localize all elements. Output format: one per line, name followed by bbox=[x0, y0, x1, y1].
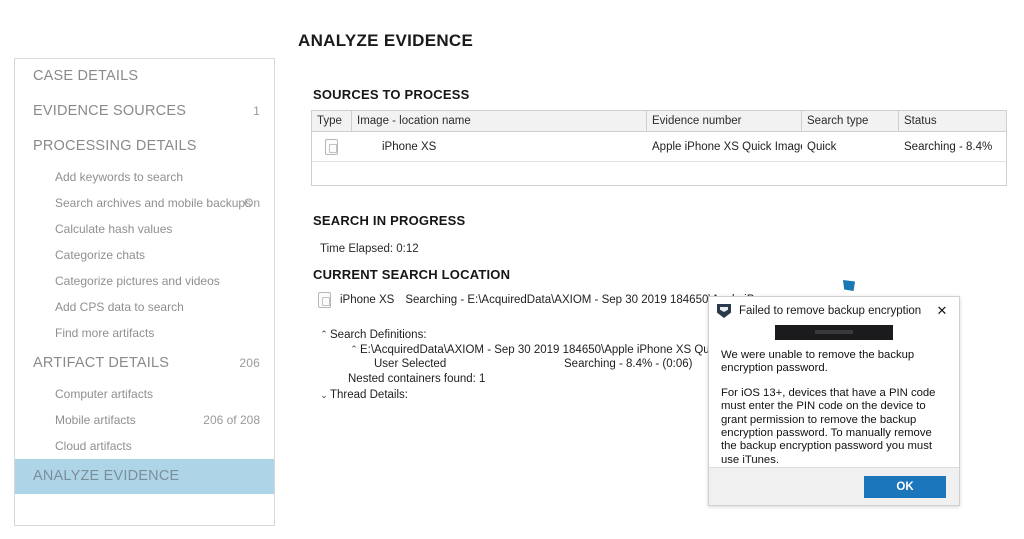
sidebar-item-search-archives-and-mobile-backups[interactable]: Search archives and mobile backups On bbox=[15, 190, 274, 216]
column-header-status[interactable]: Status bbox=[899, 111, 1006, 131]
page-title: ANALYZE EVIDENCE bbox=[298, 31, 474, 50]
sidebar-item-calculate-hash-values[interactable]: Calculate hash values bbox=[15, 216, 274, 242]
sources-to-process-table: Type Image - location name Evidence numb… bbox=[311, 110, 1007, 186]
axiom-shield-icon bbox=[717, 304, 731, 318]
sidebar-item-label: ARTIFACT DETAILS bbox=[33, 355, 170, 371]
tree-node-thread-details-label: Thread Details: bbox=[330, 389, 408, 401]
dialog-body: We were unable to remove the backup encr… bbox=[709, 325, 959, 467]
search-in-progress-heading: SEARCH IN PROGRESS bbox=[313, 213, 466, 228]
dialog-message-2: For iOS 13+, devices that have a PIN cod… bbox=[721, 386, 936, 466]
sidebar-item-label: Cloud artifacts bbox=[55, 439, 132, 453]
sidebar-item-label: Search archives and mobile backups bbox=[55, 196, 252, 210]
sidebar-item-add-cps-data-to-search[interactable]: Add CPS data to search bbox=[15, 294, 274, 320]
sidebar-item-label: Categorize chats bbox=[55, 248, 146, 262]
current-search-location-row: iPhone XS Searching - E:\AcquiredData\AX… bbox=[318, 292, 754, 308]
sidebar-item-label: Calculate hash values bbox=[55, 222, 173, 236]
sidebar-item-value: 206 of 208 bbox=[203, 413, 260, 427]
row-evidence-number: Apple iPhone XS Quick Image bbox=[652, 141, 802, 153]
tree-node-definition-path-label: E:\AcquiredData\AXIOM - Sep 30 2019 1846… bbox=[360, 344, 740, 356]
redacted-content-bar bbox=[775, 325, 893, 340]
time-elapsed-label: Time Elapsed: bbox=[320, 243, 394, 255]
table-row-divider bbox=[312, 161, 1006, 162]
sidebar-item-label: PROCESSING DETAILS bbox=[33, 138, 197, 154]
tree-node-thread-details[interactable]: ⌄ Thread Details: bbox=[318, 388, 740, 403]
sidebar-item-label: EVIDENCE SOURCES bbox=[33, 103, 187, 119]
sources-to-process-heading: SOURCES TO PROCESS bbox=[313, 87, 470, 102]
sidebar-item-evidence-sources[interactable]: EVIDENCE SOURCES 1 bbox=[15, 94, 274, 129]
left-navigation-panel: CASE DETAILS EVIDENCE SOURCES 1 PROCESSING … bbox=[14, 58, 275, 526]
error-dialog: Failed to remove backup encryption pas..… bbox=[708, 296, 960, 506]
current-location-path: Searching - E:\AcquiredData\AXIOM - Sep … bbox=[405, 294, 755, 306]
sidebar-item-categorize-chats[interactable]: Categorize chats bbox=[15, 242, 274, 268]
tree-node-search-definitions-label: Search Definitions: bbox=[330, 329, 427, 341]
sidebar-item-label: Add keywords to search bbox=[55, 170, 184, 184]
sidebar-item-value: 206 bbox=[239, 356, 260, 370]
sidebar-item-mobile-artifacts[interactable]: Mobile artifacts 206 of 208 bbox=[15, 407, 274, 433]
row-status: Searching - 8.4% bbox=[904, 141, 993, 153]
sidebar-item-label: Add CPS data to search bbox=[55, 300, 184, 314]
sidebar-item-categorize-pictures-and-videos[interactable]: Categorize pictures and videos bbox=[15, 268, 274, 294]
table-header-row: Type Image - location name Evidence numb… bbox=[312, 111, 1006, 132]
table-row[interactable]: iPhone XS Apple iPhone XS Quick Image Qu… bbox=[312, 132, 1006, 162]
sidebar-item-label: Mobile artifacts bbox=[55, 413, 136, 427]
row-type-cell bbox=[312, 139, 352, 155]
time-elapsed-value: 0:12 bbox=[396, 243, 419, 255]
chevron-up-icon[interactable]: ⌃ bbox=[348, 342, 360, 357]
sidebar-item-processing-details[interactable]: PROCESSING DETAILS bbox=[15, 129, 274, 164]
current-search-location-heading: CURRENT SEARCH LOCATION bbox=[313, 267, 511, 282]
row-search-type: Quick bbox=[807, 141, 837, 153]
tree-node-search-definitions[interactable]: ⌃ Search Definitions: bbox=[318, 328, 740, 343]
sidebar-item-label: Categorize pictures and videos bbox=[55, 274, 220, 288]
tree-node-nested-containers: Nested containers found: 1 bbox=[318, 373, 740, 388]
dialog-message-1: We were unable to remove the backup encr… bbox=[721, 349, 915, 375]
row-image-location-name: iPhone XS bbox=[382, 141, 437, 153]
time-elapsed: Time Elapsed: 0:12 bbox=[320, 243, 419, 255]
mouse-cursor-icon bbox=[843, 280, 855, 291]
column-header-search-type[interactable]: Search type bbox=[802, 111, 899, 131]
sidebar-item-artifact-details[interactable]: ARTIFACT DETAILS 206 bbox=[15, 346, 274, 381]
search-details-tree: ⌃ Search Definitions: ⌃ E:\AcquiredData\… bbox=[318, 328, 740, 403]
close-icon[interactable]: ✕ bbox=[925, 297, 959, 325]
sidebar-item-analyze-evidence[interactable]: ANALYZE EVIDENCE bbox=[15, 459, 274, 494]
mobile-phone-icon bbox=[318, 292, 331, 308]
tree-node-user-selected-status: Searching - 8.4% - (0:06) bbox=[564, 358, 693, 370]
sidebar-item-label: Computer artifacts bbox=[55, 387, 154, 401]
chevron-up-icon[interactable]: ⌃ bbox=[318, 327, 330, 342]
sidebar-item-add-keywords-to-search[interactable]: Add keywords to search bbox=[15, 164, 274, 190]
column-header-evidence-number[interactable]: Evidence number bbox=[647, 111, 802, 131]
sidebar-item-computer-artifacts[interactable]: Computer artifacts bbox=[15, 381, 274, 407]
dialog-title: Failed to remove backup encryption pas..… bbox=[739, 305, 925, 317]
current-location-device-name: iPhone XS bbox=[340, 294, 395, 306]
sidebar-item-value: On bbox=[243, 196, 260, 210]
dialog-footer: OK bbox=[709, 467, 959, 505]
sidebar-item-label: CASE DETAILS bbox=[33, 68, 139, 84]
dialog-titlebar[interactable]: Failed to remove backup encryption pas..… bbox=[709, 297, 959, 325]
tree-node-user-selected: User Selected Searching - 8.4% - (0:06) bbox=[318, 358, 740, 373]
sidebar-item-label: Find more artifacts bbox=[55, 326, 155, 340]
column-header-type[interactable]: Type bbox=[312, 111, 352, 131]
mobile-phone-icon bbox=[325, 139, 338, 155]
sidebar-item-label: ANALYZE EVIDENCE bbox=[33, 468, 180, 484]
column-header-image-location-name[interactable]: Image - location name bbox=[352, 111, 647, 131]
sidebar-item-find-more-artifacts[interactable]: Find more artifacts bbox=[15, 320, 274, 346]
chevron-down-icon[interactable]: ⌄ bbox=[318, 388, 330, 403]
tree-node-definition-path[interactable]: ⌃ E:\AcquiredData\AXIOM - Sep 30 2019 18… bbox=[318, 343, 740, 358]
ok-button[interactable]: OK bbox=[864, 476, 946, 498]
sidebar-item-value: 1 bbox=[253, 104, 260, 118]
sidebar-item-cloud-artifacts[interactable]: Cloud artifacts bbox=[15, 433, 274, 459]
tree-node-user-selected-label: User Selected bbox=[374, 358, 447, 370]
sidebar-item-case-details[interactable]: CASE DETAILS bbox=[15, 59, 274, 94]
tree-node-nested-containers-label: Nested containers found: 1 bbox=[348, 373, 486, 385]
